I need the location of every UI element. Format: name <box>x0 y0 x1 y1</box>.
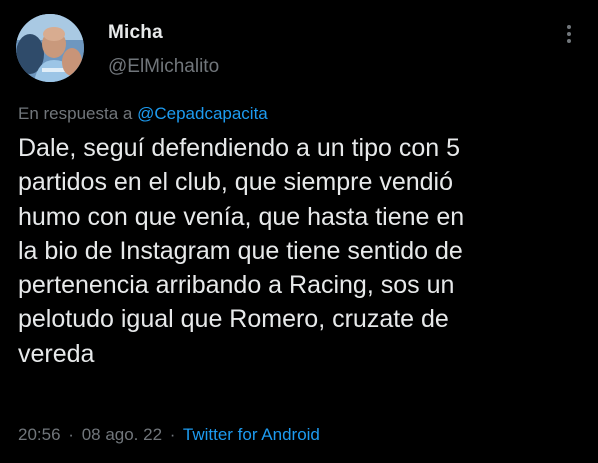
tweet: Micha @ElMichalito En respuesta a @Cepad… <box>0 0 598 463</box>
tweet-text-line: la bio de Instagram que tiene sentido de <box>18 236 463 265</box>
tweet-text-line: Dale, seguí defendiendo a un tipo con 5 <box>18 134 461 162</box>
tweet-meta: 20:56 · 08 ago. 22 · Twitter for Android <box>18 425 320 445</box>
author-handle[interactable]: @ElMichalito <box>108 56 219 78</box>
tweet-time[interactable]: 20:56 <box>18 425 61 444</box>
more-options-icon[interactable] <box>561 22 577 48</box>
reply-context: En respuesta a @Cepadcapacita <box>18 104 268 124</box>
tweet-text: Dale, seguí defendiendo a un tipo con 5 … <box>18 131 583 371</box>
meta-separator: · <box>68 425 74 444</box>
avatar[interactable] <box>16 14 84 82</box>
tweet-text-line: vereda <box>18 339 95 368</box>
tweet-text-line: pertenencia arribando a Racing, sos un <box>18 271 455 300</box>
reply-prefix: En respuesta a <box>18 104 133 123</box>
meta-separator: · <box>169 425 176 444</box>
tweet-source-link[interactable]: Twitter for Android <box>183 425 320 444</box>
tweet-text-line: partidos en el club, que siempre vendió <box>18 168 453 197</box>
tweet-text-line: humo con que venía, que hasta tiene en <box>18 202 465 231</box>
author-display-name[interactable]: Micha <box>108 22 163 44</box>
tweet-date[interactable]: 08 ago. 22 <box>82 425 162 444</box>
avatar-image <box>16 14 84 82</box>
tweet-text-line: pelotudo igual que Romero, cruzate de <box>18 305 449 334</box>
reply-mention-link[interactable]: @Cepadcapacita <box>137 104 268 123</box>
